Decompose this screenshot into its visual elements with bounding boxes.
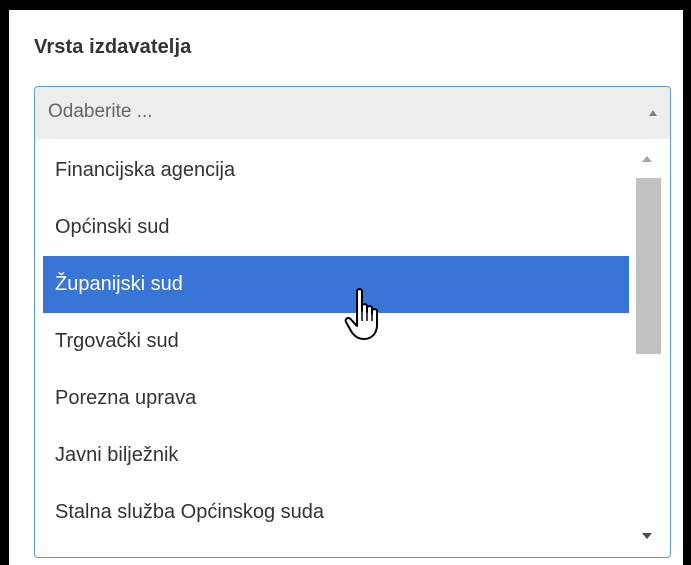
scroll-down-arrow-icon[interactable] xyxy=(642,533,652,539)
option-javni-biljeznik[interactable]: Javni bilježnik xyxy=(43,427,629,484)
option-porezna-uprava[interactable]: Porezna uprava xyxy=(43,370,629,427)
option-stalna-sluzba-opcinskog-suda[interactable]: Stalna služba Općinskog suda xyxy=(43,484,629,541)
chevron-up-icon[interactable] xyxy=(649,110,657,116)
select-header[interactable]: Odaberite ... xyxy=(35,87,670,139)
option-opcinski-sud[interactable]: Općinski sud xyxy=(43,199,629,256)
hand-pointer-icon xyxy=(344,288,378,340)
scroll-up-arrow-icon[interactable] xyxy=(642,156,652,162)
field-label: Vrsta izdavatelja xyxy=(34,36,192,58)
select-placeholder: Odaberite ... xyxy=(48,101,153,122)
scrollbar-thumb[interactable] xyxy=(636,178,661,354)
option-zupanijski-sud[interactable]: Županijski sud xyxy=(43,256,629,313)
option-financijska-agencija[interactable]: Financijska agencija xyxy=(43,142,629,199)
dropdown-options-list: Financijska agencija Općinski sud Župani… xyxy=(35,139,670,557)
options-scrollbar[interactable] xyxy=(632,139,661,557)
option-trgovacki-sud[interactable]: Trgovački sud xyxy=(43,313,629,370)
